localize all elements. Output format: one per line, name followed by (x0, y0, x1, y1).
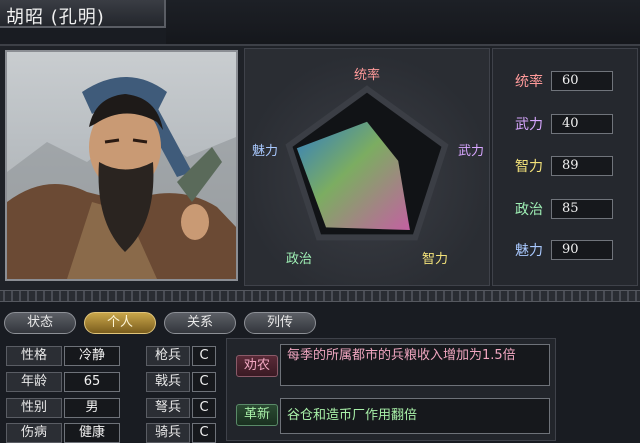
section-divider (0, 290, 640, 302)
stats-list-panel: 统率 60 武力 40 智力 89 政治 85 魅力 90 (492, 48, 638, 286)
radar-label-right: 武力 (458, 144, 484, 159)
radar-label-left: 魅力 (252, 144, 278, 159)
tab-status[interactable]: 状态 (4, 312, 76, 334)
personal-value-gender: 男 (64, 398, 120, 418)
personal-value-age: 65 (64, 372, 120, 392)
aptitude-value-halberd: C (192, 372, 216, 392)
officer-portrait (5, 50, 238, 281)
radar-label-bottom-right: 智力 (422, 252, 448, 267)
aptitude-value-spear: C (192, 346, 216, 366)
personal-value-injury: 健康 (64, 423, 120, 443)
stat-value-zhili: 89 (551, 156, 613, 176)
officer-title-bar: 胡昭 (孔明) (0, 0, 166, 28)
aptitude-label-cavalry: 骑兵 (146, 423, 190, 443)
skill-desc-quannong: 每季的所属都市的兵粮收入增加为1.5倍 (280, 344, 550, 386)
aptitude-value-cavalry: C (192, 423, 216, 443)
top-strip (166, 0, 640, 44)
stat-value-wuli: 40 (551, 114, 613, 134)
personal-label-injury: 伤病 (6, 423, 62, 443)
skill-name-quannong[interactable]: 劝农 (236, 355, 278, 377)
stat-label-meili: 魅力 (515, 243, 543, 259)
stat-value-zhengzhi: 85 (551, 199, 613, 219)
aptitude-label-halberd: 戟兵 (146, 372, 190, 392)
tab-biography[interactable]: 列传 (244, 312, 316, 334)
tab-relations[interactable]: 关系 (164, 312, 236, 334)
tab-personal[interactable]: 个人 (84, 312, 156, 334)
aptitude-value-crossbow: C (192, 398, 216, 418)
stat-label-wuli: 武力 (515, 117, 543, 133)
personal-value-personality: 冷静 (64, 346, 120, 366)
stat-label-zhengzhi: 政治 (515, 202, 543, 218)
skill-desc-gexin: 谷仓和造币厂作用翻倍 (280, 398, 550, 434)
stat-label-tongshuai: 统率 (515, 74, 543, 90)
personal-label-age: 年龄 (6, 372, 62, 392)
stats-radar-chart: 统率 武力 智力 政治 魅力 (244, 48, 490, 286)
aptitude-label-crossbow: 弩兵 (146, 398, 190, 418)
officer-name: 胡昭 (孔明) (6, 7, 105, 28)
personal-label-personality: 性格 (6, 346, 62, 366)
aptitude-label-spear: 枪兵 (146, 346, 190, 366)
radar-svg: 统率 武力 智力 政治 魅力 (252, 67, 484, 267)
radar-label-top: 统率 (354, 67, 380, 83)
radar-label-bottom-left: 政治 (286, 252, 312, 267)
stat-value-meili: 90 (551, 240, 613, 260)
stat-value-tongshuai: 60 (551, 71, 613, 91)
skill-name-gexin[interactable]: 革新 (236, 404, 278, 426)
stat-label-zhili: 智力 (515, 159, 543, 175)
personal-label-gender: 性别 (6, 398, 62, 418)
